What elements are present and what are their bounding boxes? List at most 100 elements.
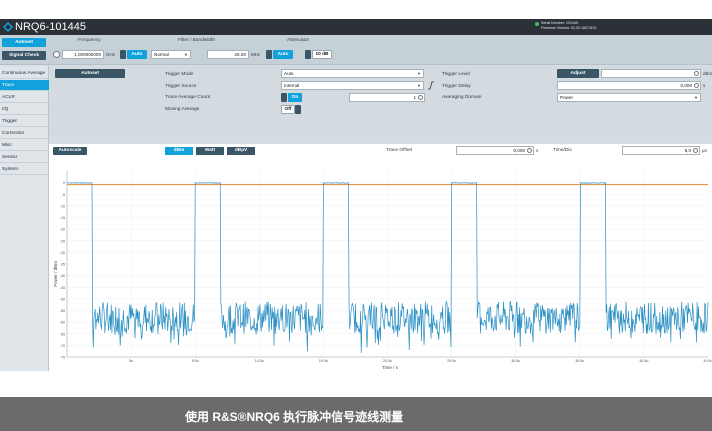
- trigger-source-label: Trigger Source: [165, 84, 197, 89]
- filter-mode-select[interactable]: Normal ▼: [151, 50, 191, 59]
- filter-auto-switch[interactable]: [120, 50, 126, 59]
- attenuator-value-switch[interactable]: [305, 50, 311, 59]
- x-axis-label: Time / s: [382, 365, 399, 370]
- autoscale-button[interactable]: Autoscale: [53, 147, 87, 155]
- y-tick-label: -20: [60, 228, 65, 232]
- y-tick-label: -45: [60, 286, 65, 290]
- trigger-slope-icon[interactable]: [427, 81, 435, 90]
- y-tick-label: -55: [60, 309, 65, 313]
- x-tick-label: 44.5u: [639, 359, 648, 363]
- trace-average-switch[interactable]: [281, 93, 287, 102]
- trace-average-value: 1: [413, 95, 416, 100]
- filter-bandwidth-label: Filter / Bandwidth: [178, 38, 216, 43]
- sidebar-item-system[interactable]: System: [0, 164, 49, 175]
- y-tick-label: -60: [60, 321, 65, 325]
- trace-offset-unit: s: [536, 148, 539, 153]
- y-tick-label: -65: [60, 332, 65, 336]
- trace-chart: 0 -5 -10 -15 -20 -25 -30 -35 -40 -45 -50 -55 -60 -65 -…: [53, 171, 712, 370]
- trigger-delay-input[interactable]: 0,000: [557, 81, 701, 90]
- x-tick-label: 14.5u: [255, 359, 264, 363]
- caption-bar: 使用 R&S®NRQ6 执行脉冲信号迹线测量: [0, 397, 712, 431]
- trigger-mode-label: Trigger Mode: [165, 72, 194, 77]
- time-div-input[interactable]: 5,0: [622, 146, 700, 155]
- trigger-source-select[interactable]: Internal ▼: [281, 81, 424, 90]
- frequency-input[interactable]: 1,000000000: [62, 50, 104, 59]
- trace-offset-label: Trace Offset: [386, 148, 413, 153]
- rs-logo-icon: [3, 22, 13, 32]
- trigger-delay-label: Trigger Delay: [442, 84, 471, 89]
- sidebar-item-trigger[interactable]: Trigger: [0, 116, 49, 127]
- tab-dbuv[interactable]: dBµV: [227, 147, 255, 155]
- tab-dbm[interactable]: dBm: [165, 147, 193, 155]
- spinner-icon[interactable]: [694, 83, 699, 88]
- x-tick-label: 39.5u: [575, 359, 584, 363]
- sidebar-item-correction[interactable]: Correction: [0, 128, 49, 139]
- y-tick-label: -5: [62, 193, 65, 197]
- attenuator-auto-button[interactable]: Auto: [273, 50, 293, 59]
- frequency-unit: GHz: [106, 52, 115, 57]
- chevron-down-icon: ▼: [694, 95, 698, 100]
- trigger-level-input[interactable]: [601, 69, 701, 78]
- spinner-icon[interactable]: [693, 148, 698, 153]
- autoset-top-button[interactable]: Autoset: [2, 38, 46, 47]
- moving-average-switch[interactable]: [295, 105, 301, 114]
- x-tick-label: 5u: [129, 359, 133, 363]
- trace-settings-panel: Autoset Trigger Mode Auto ▼ Trigger Sour…: [49, 66, 712, 136]
- filter-auto-button[interactable]: Auto: [127, 50, 147, 59]
- x-tick-label: 34.5u: [511, 359, 520, 363]
- y-tick-label: -30: [60, 251, 65, 255]
- time-div-label: Time/Div: [553, 148, 572, 153]
- frequency-label: Frequency: [78, 38, 101, 43]
- sidebar-item-aclr[interactable]: ACLR: [0, 92, 49, 103]
- caption-text: 使用 R&S®NRQ6 执行脉冲信号迹线测量: [185, 410, 404, 424]
- attenuator-value-button[interactable]: 10 dB: [312, 50, 332, 59]
- spinner-icon[interactable]: [527, 148, 532, 153]
- trace-average-on-button[interactable]: On: [288, 93, 302, 102]
- app-title: NRQ6-101445: [15, 21, 86, 33]
- sidebar-item-sensor[interactable]: Sensor: [0, 152, 49, 163]
- adjust-button[interactable]: Adjust: [557, 69, 599, 78]
- control-strip: Autoset Signal Check Frequency 1,0000000…: [0, 35, 712, 65]
- x-tick-label: 29.5u: [447, 359, 456, 363]
- y-tick-label: -35: [60, 263, 65, 267]
- bandwidth-input[interactable]: 25.00: [207, 50, 249, 59]
- app-window: NRQ6-101445 Serial Number: 101445 Firmwa…: [0, 19, 712, 371]
- spinner-icon[interactable]: [418, 95, 423, 100]
- x-tick-label: 19.5u: [319, 359, 328, 363]
- y-tick-label: -25: [60, 239, 65, 243]
- moving-average-off-button[interactable]: Off: [281, 105, 295, 114]
- trigger-level-unit: dBm: [703, 71, 712, 76]
- frequency-reset-icon[interactable]: [53, 51, 60, 58]
- y-tick-label: -75: [60, 356, 65, 360]
- trace-average-input[interactable]: 1: [349, 93, 425, 102]
- attenuator-auto-switch[interactable]: [266, 50, 272, 59]
- averaging-domain-value: Power: [560, 95, 574, 100]
- signal-check-button[interactable]: Signal Check: [2, 51, 46, 60]
- y-tick-label: 0: [63, 181, 65, 185]
- tab-watt[interactable]: Watt: [196, 147, 224, 155]
- trigger-mode-select[interactable]: Auto ▼: [281, 69, 424, 78]
- x-tick-label: 49.5u: [704, 359, 712, 363]
- y-tick-label: -15: [60, 216, 65, 220]
- time-div-value: 5,0: [684, 148, 691, 153]
- chevron-down-icon: ▼: [417, 71, 421, 76]
- sidebar-item-misc[interactable]: Misc: [0, 140, 49, 151]
- x-tick-label: 24.5u: [383, 359, 392, 363]
- trigger-level-label: Trigger Level: [442, 72, 470, 77]
- sidebar-item-iq[interactable]: I/Q: [0, 104, 49, 115]
- trigger-delay-value: 0,000: [680, 83, 693, 88]
- y-tick-label: -70: [60, 344, 65, 348]
- x-tick-label: 9.5u: [192, 359, 199, 363]
- chevron-down-icon: ▼: [417, 83, 421, 88]
- spinner-icon[interactable]: [694, 71, 699, 76]
- averaging-domain-select[interactable]: Power ▼: [557, 93, 701, 102]
- panel-autoset-button[interactable]: Autoset: [55, 69, 125, 78]
- sidebar-item-continuous-average[interactable]: Continuous Average: [0, 68, 49, 79]
- sidebar-item-trace[interactable]: Trace: [0, 80, 49, 91]
- trace-chart-area: Autoscale dBm Watt dBµV Trace Offset 0,0…: [49, 144, 712, 371]
- trigger-delay-unit: s: [703, 83, 706, 88]
- chevron-down-icon: ▼: [184, 52, 188, 57]
- trace-offset-input[interactable]: 0,000: [456, 146, 534, 155]
- firmware-version: Firmware Version: 02.00.18071101: [541, 25, 597, 30]
- y-tick-label: -10: [60, 204, 65, 208]
